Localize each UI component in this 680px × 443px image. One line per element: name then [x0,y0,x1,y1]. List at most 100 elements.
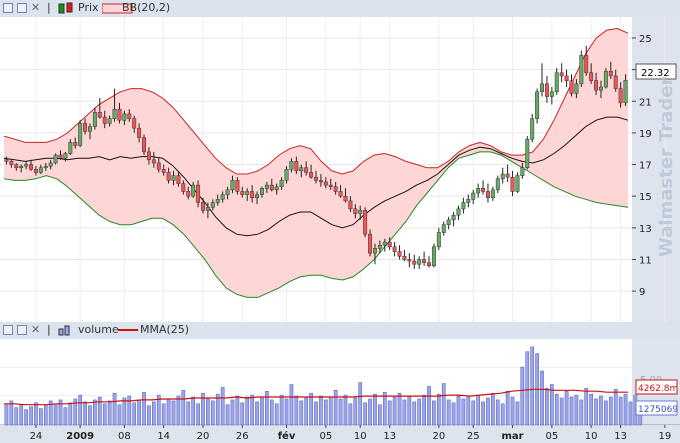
candle-body [515,175,520,192]
candle-body [53,154,58,164]
candle-body [549,91,554,97]
price-tick-label: 25 [639,34,652,45]
volume-close-icon[interactable]: ✕ [31,324,40,336]
candle-body [220,194,225,200]
volume-bar [373,393,377,426]
volume-bar [491,392,495,426]
candle-body [377,244,382,249]
volume-restore-icon[interactable] [17,325,27,335]
volume-bar [171,400,176,426]
volume-bar [309,392,313,426]
candle-up [525,136,530,170]
volume-tag-1-value: 4262.8m [638,384,678,394]
candle-body [407,259,412,262]
candle-down [363,207,368,238]
price-chart[interactable]: 91113151719212325 22.32 Walmaster Trader [0,17,680,322]
candle-body [431,246,436,267]
volume-tag-1: 4262.8m [635,379,678,395]
volume-bar [402,399,407,426]
candle-body [112,108,117,119]
legend-price-label: Prix [78,1,99,14]
candle-up [78,120,83,148]
candle-body [338,191,343,197]
volume-bar [505,390,510,426]
candle-body [481,188,486,192]
volume-bar [107,400,112,426]
volume-bar [397,392,402,426]
candle-body [323,181,328,186]
volume-bar [559,397,564,426]
volume-bar [486,397,490,426]
candle-body [245,191,250,195]
volume-chart[interactable]: 24200908142026fév0510132025mar0510131924… [0,339,680,443]
volume-bar [618,396,623,426]
volume-bar [589,393,593,426]
candle-body [92,112,97,127]
candle-body [603,70,608,88]
volume-bar [432,400,436,426]
date-tick-label: 13 [614,431,627,442]
candle-body [122,113,127,121]
volume-bar [39,408,43,426]
candle-up [579,50,584,88]
volume-bar [230,399,235,426]
candle-body [284,169,289,181]
candle-body [88,126,92,132]
candle-body [225,189,230,195]
candle-body [127,113,132,119]
candle-body [397,251,402,257]
volume-bar [545,388,549,426]
date-tick-label: 05 [545,431,558,442]
date-axis-background [0,425,680,443]
volume-bar [427,386,431,426]
volume-bar [196,403,200,426]
panel-close-icon[interactable]: ✕ [31,2,40,14]
price-tick-label: 9 [639,287,645,298]
candle-body [422,259,427,263]
date-tick-label: 10 [354,431,367,442]
candle-body [161,169,166,173]
date-tick-label: 20 [432,431,445,442]
volume-bar [510,396,515,426]
volume-bar [378,404,382,426]
volume-bar [338,398,343,426]
volume-bar [554,393,559,426]
candle-body [279,180,284,187]
volume-bar [343,394,348,426]
candle-body [608,70,613,77]
candle-body [613,75,618,89]
volume-bar [93,399,97,426]
date-tick-label: 25 [467,431,480,442]
volume-bar [417,398,422,426]
volume-bar [569,396,574,426]
volume-bar [117,404,122,426]
volume-bar [515,401,520,426]
volume-bar [407,395,412,426]
candle-body [569,80,574,94]
volume-bar [520,366,525,426]
candle-body [230,180,235,191]
price-tick-label: 15 [639,192,652,203]
volume-bar [161,403,166,426]
candle-body [623,80,628,104]
volume-bar [225,404,230,426]
volume-bar [68,402,73,426]
candle-body [412,260,417,265]
volume-bar [500,403,505,426]
candle-body [289,161,294,170]
panel-restore-icon[interactable] [17,3,27,13]
candle-body [368,233,373,254]
candle-body [382,241,387,246]
volume-bar [88,405,92,426]
volume-minimize-icon[interactable] [3,325,13,335]
volume-bar [29,406,33,426]
candle-body [299,167,304,172]
date-tick-label: 19 [658,431,671,442]
price-tick-label: 21 [639,97,652,108]
volume-bar [628,401,633,426]
candle-body [294,161,299,172]
date-tick-label: 26 [236,431,249,442]
panel-minimize-icon[interactable] [3,3,13,13]
candle-body [309,172,314,178]
candle-body [255,194,260,199]
